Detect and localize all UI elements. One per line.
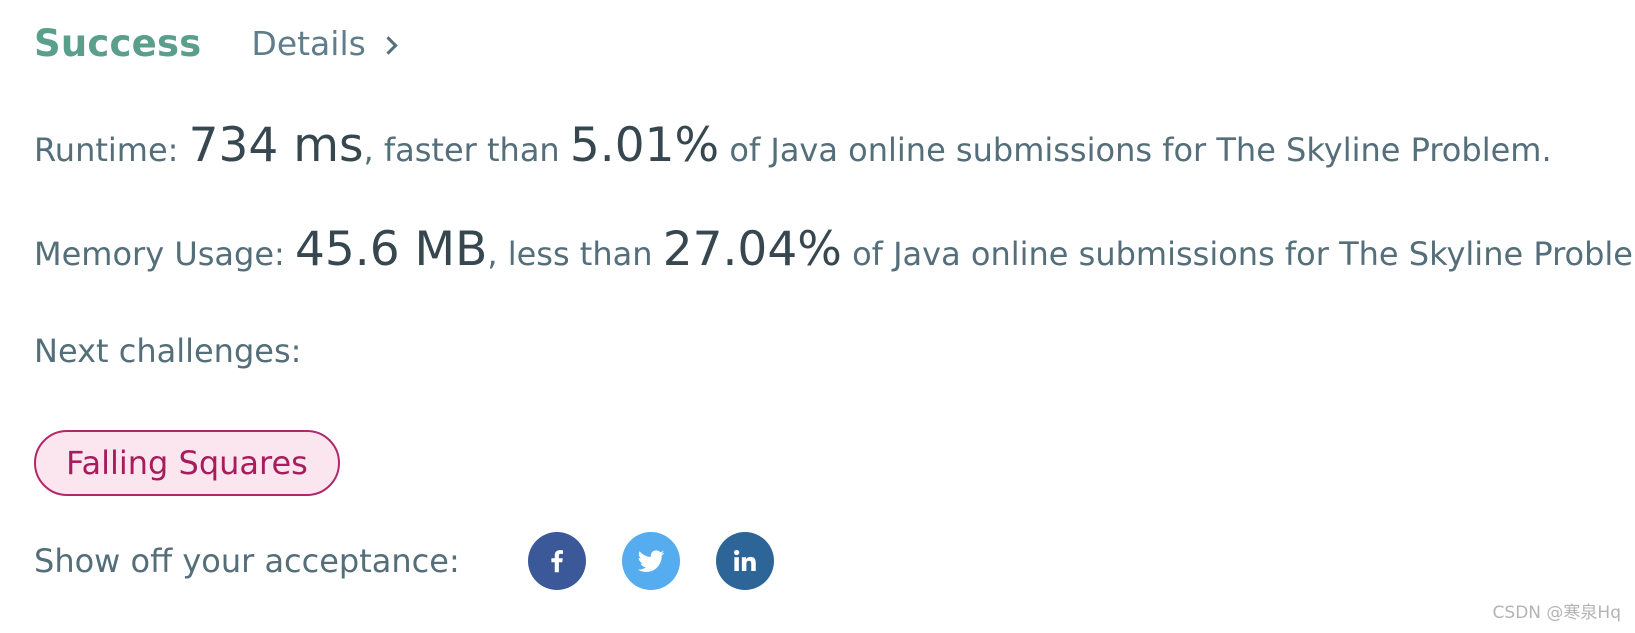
result-header: Success Details [34,22,398,65]
memory-suffix: of Java online submissions for The Skyli… [841,235,1635,273]
details-link[interactable]: Details [251,24,398,63]
details-label: Details [251,24,366,63]
memory-comparison: , less than [487,235,663,273]
memory-label: Memory Usage: [34,235,295,273]
runtime-comparison: , faster than [363,131,570,169]
runtime-suffix: of Java online submissions for The Skyli… [719,131,1552,169]
linkedin-icon [733,549,756,571]
challenge-falling-squares[interactable]: Falling Squares [34,430,340,496]
watermark: CSDN @寒泉Hq [1492,603,1621,623]
runtime-stat: Runtime: 734 ms, faster than 5.01% of Ja… [34,118,1552,173]
share-label: Show off your acceptance: [34,542,460,580]
twitter-share-button[interactable] [621,532,680,590]
facebook-icon [551,550,563,573]
memory-value: 45.6 MB [294,222,488,277]
share-row: Show off your acceptance: [34,532,774,590]
next-challenges-label: Next challenges: [34,332,302,370]
facebook-share-button[interactable] [527,532,586,590]
memory-stat: Memory Usage: 45.6 MB, less than 27.04% … [34,222,1635,277]
memory-percent: 27.04% [662,222,842,277]
runtime-label: Runtime: [34,131,189,169]
runtime-value: 734 ms [188,118,364,173]
status-label: Success [34,22,202,65]
twitter-icon [637,550,665,572]
linkedin-share-button[interactable] [715,532,774,590]
runtime-percent: 5.01% [569,118,720,173]
chevron-right-icon [379,36,398,55]
